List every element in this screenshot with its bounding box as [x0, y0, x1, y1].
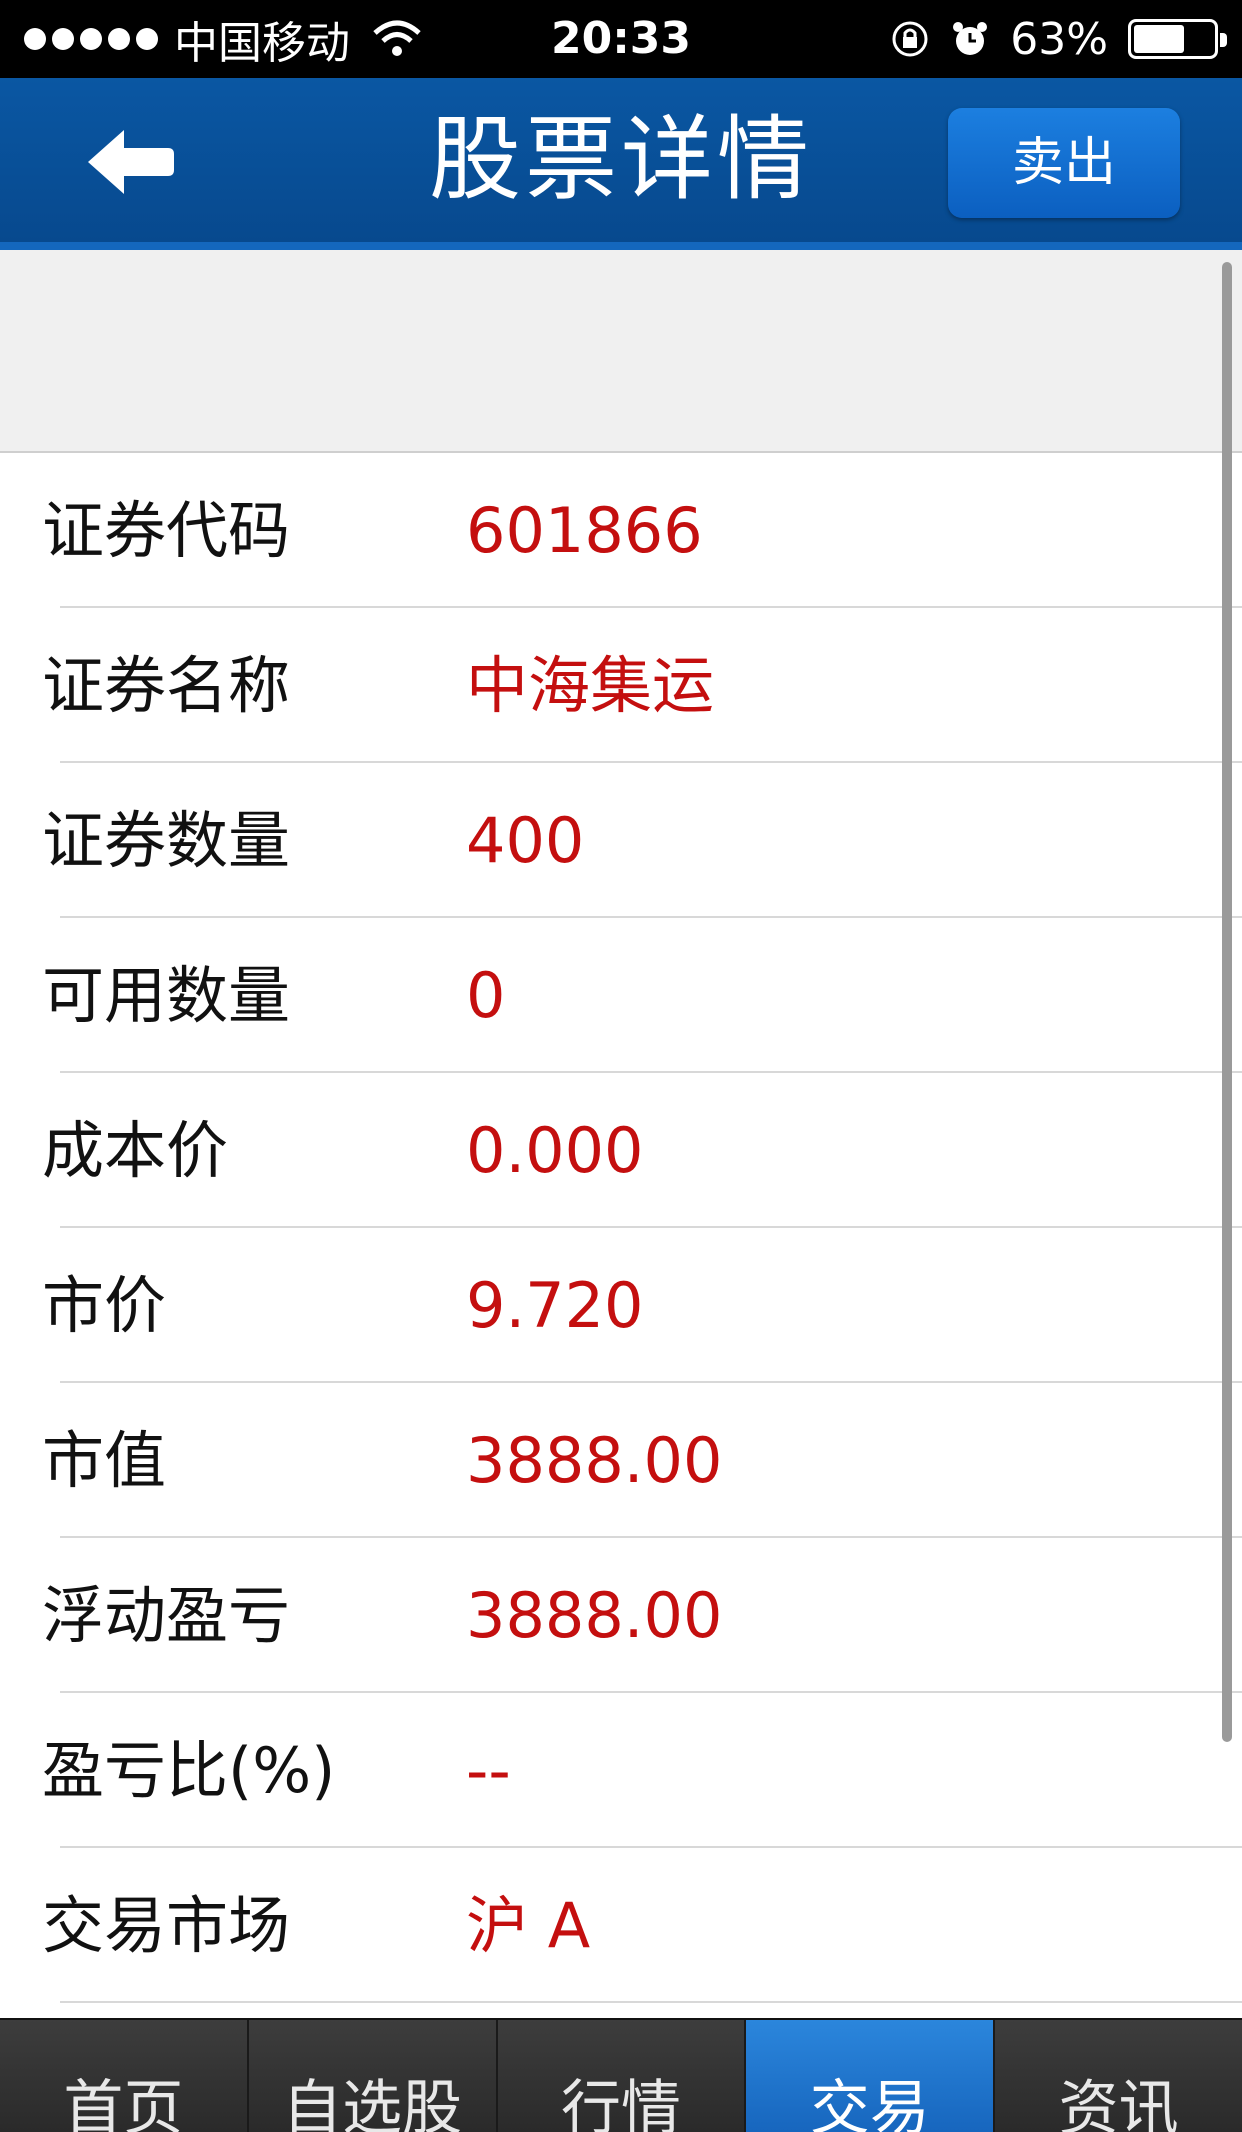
detail-row-name: 证券名称 中海集运 — [0, 608, 1242, 763]
row-value: 0.000 — [466, 1114, 644, 1187]
detail-row-pnl-ratio: 盈亏比(%) -- — [0, 1693, 1242, 1848]
stock-detail-list: 证券代码 601866 证券名称 中海集运 证券数量 400 可用数量 0 成本… — [0, 453, 1242, 2003]
detail-row-quantity: 证券数量 400 — [0, 763, 1242, 918]
row-value: 3888.00 — [466, 1579, 723, 1652]
row-label: 证券名称 — [42, 649, 291, 722]
tab-home[interactable]: 首页 — [0, 2020, 249, 2132]
scrollbar[interactable] — [1222, 262, 1232, 1742]
detail-row-available: 可用数量 0 — [0, 918, 1242, 1073]
tab-watchlist[interactable]: 自选股 — [248, 2020, 498, 2132]
row-value: 9.720 — [466, 1269, 644, 1342]
top-blank-area — [0, 250, 1242, 453]
row-value: 沪 A — [466, 1889, 591, 1962]
tab-news[interactable]: 资讯 — [995, 2020, 1242, 2132]
row-label: 证券数量 — [42, 804, 291, 877]
sell-button[interactable]: 卖出 — [948, 108, 1180, 218]
battery-percent: 63% — [1010, 13, 1108, 65]
row-label: 市值 — [42, 1424, 167, 1497]
row-value: 0 — [466, 959, 506, 1032]
status-bar: 中国移动 20:33 63% — [0, 0, 1242, 78]
detail-row-floating-pnl: 浮动盈亏 3888.00 — [0, 1538, 1242, 1693]
bottom-tab-bar: 首页 自选股 行情 交易 资讯 — [0, 2018, 1242, 2132]
row-value: 601866 — [466, 494, 703, 567]
tab-trade[interactable]: 交易 — [746, 2020, 996, 2132]
tab-market[interactable]: 行情 — [497, 2020, 747, 2132]
row-label: 盈亏比(%) — [42, 1734, 336, 1807]
row-value: -- — [466, 1734, 511, 1807]
row-value: 400 — [466, 804, 585, 877]
detail-row-cost-price: 成本价 0.000 — [0, 1073, 1242, 1228]
detail-row-market-value: 市值 3888.00 — [0, 1383, 1242, 1538]
row-label: 成本价 — [42, 1114, 229, 1187]
detail-row-exchange: 交易市场 沪 A — [0, 1848, 1242, 2003]
row-label: 市价 — [42, 1269, 167, 1342]
row-label: 可用数量 — [42, 959, 291, 1032]
navigation-header: 股票详情 卖出 — [0, 78, 1242, 250]
row-label: 浮动盈亏 — [42, 1579, 291, 1652]
battery-icon — [1128, 19, 1227, 59]
rotation-lock-icon — [892, 21, 928, 57]
status-right: 63% — [890, 0, 1227, 78]
detail-row-code: 证券代码 601866 — [0, 453, 1242, 608]
row-value: 中海集运 — [466, 649, 715, 722]
row-label: 交易市场 — [42, 1889, 291, 1962]
row-value: 3888.00 — [466, 1424, 723, 1497]
row-label: 证券代码 — [42, 494, 291, 567]
alarm-icon — [953, 22, 988, 55]
detail-row-market-price: 市价 9.720 — [0, 1228, 1242, 1383]
